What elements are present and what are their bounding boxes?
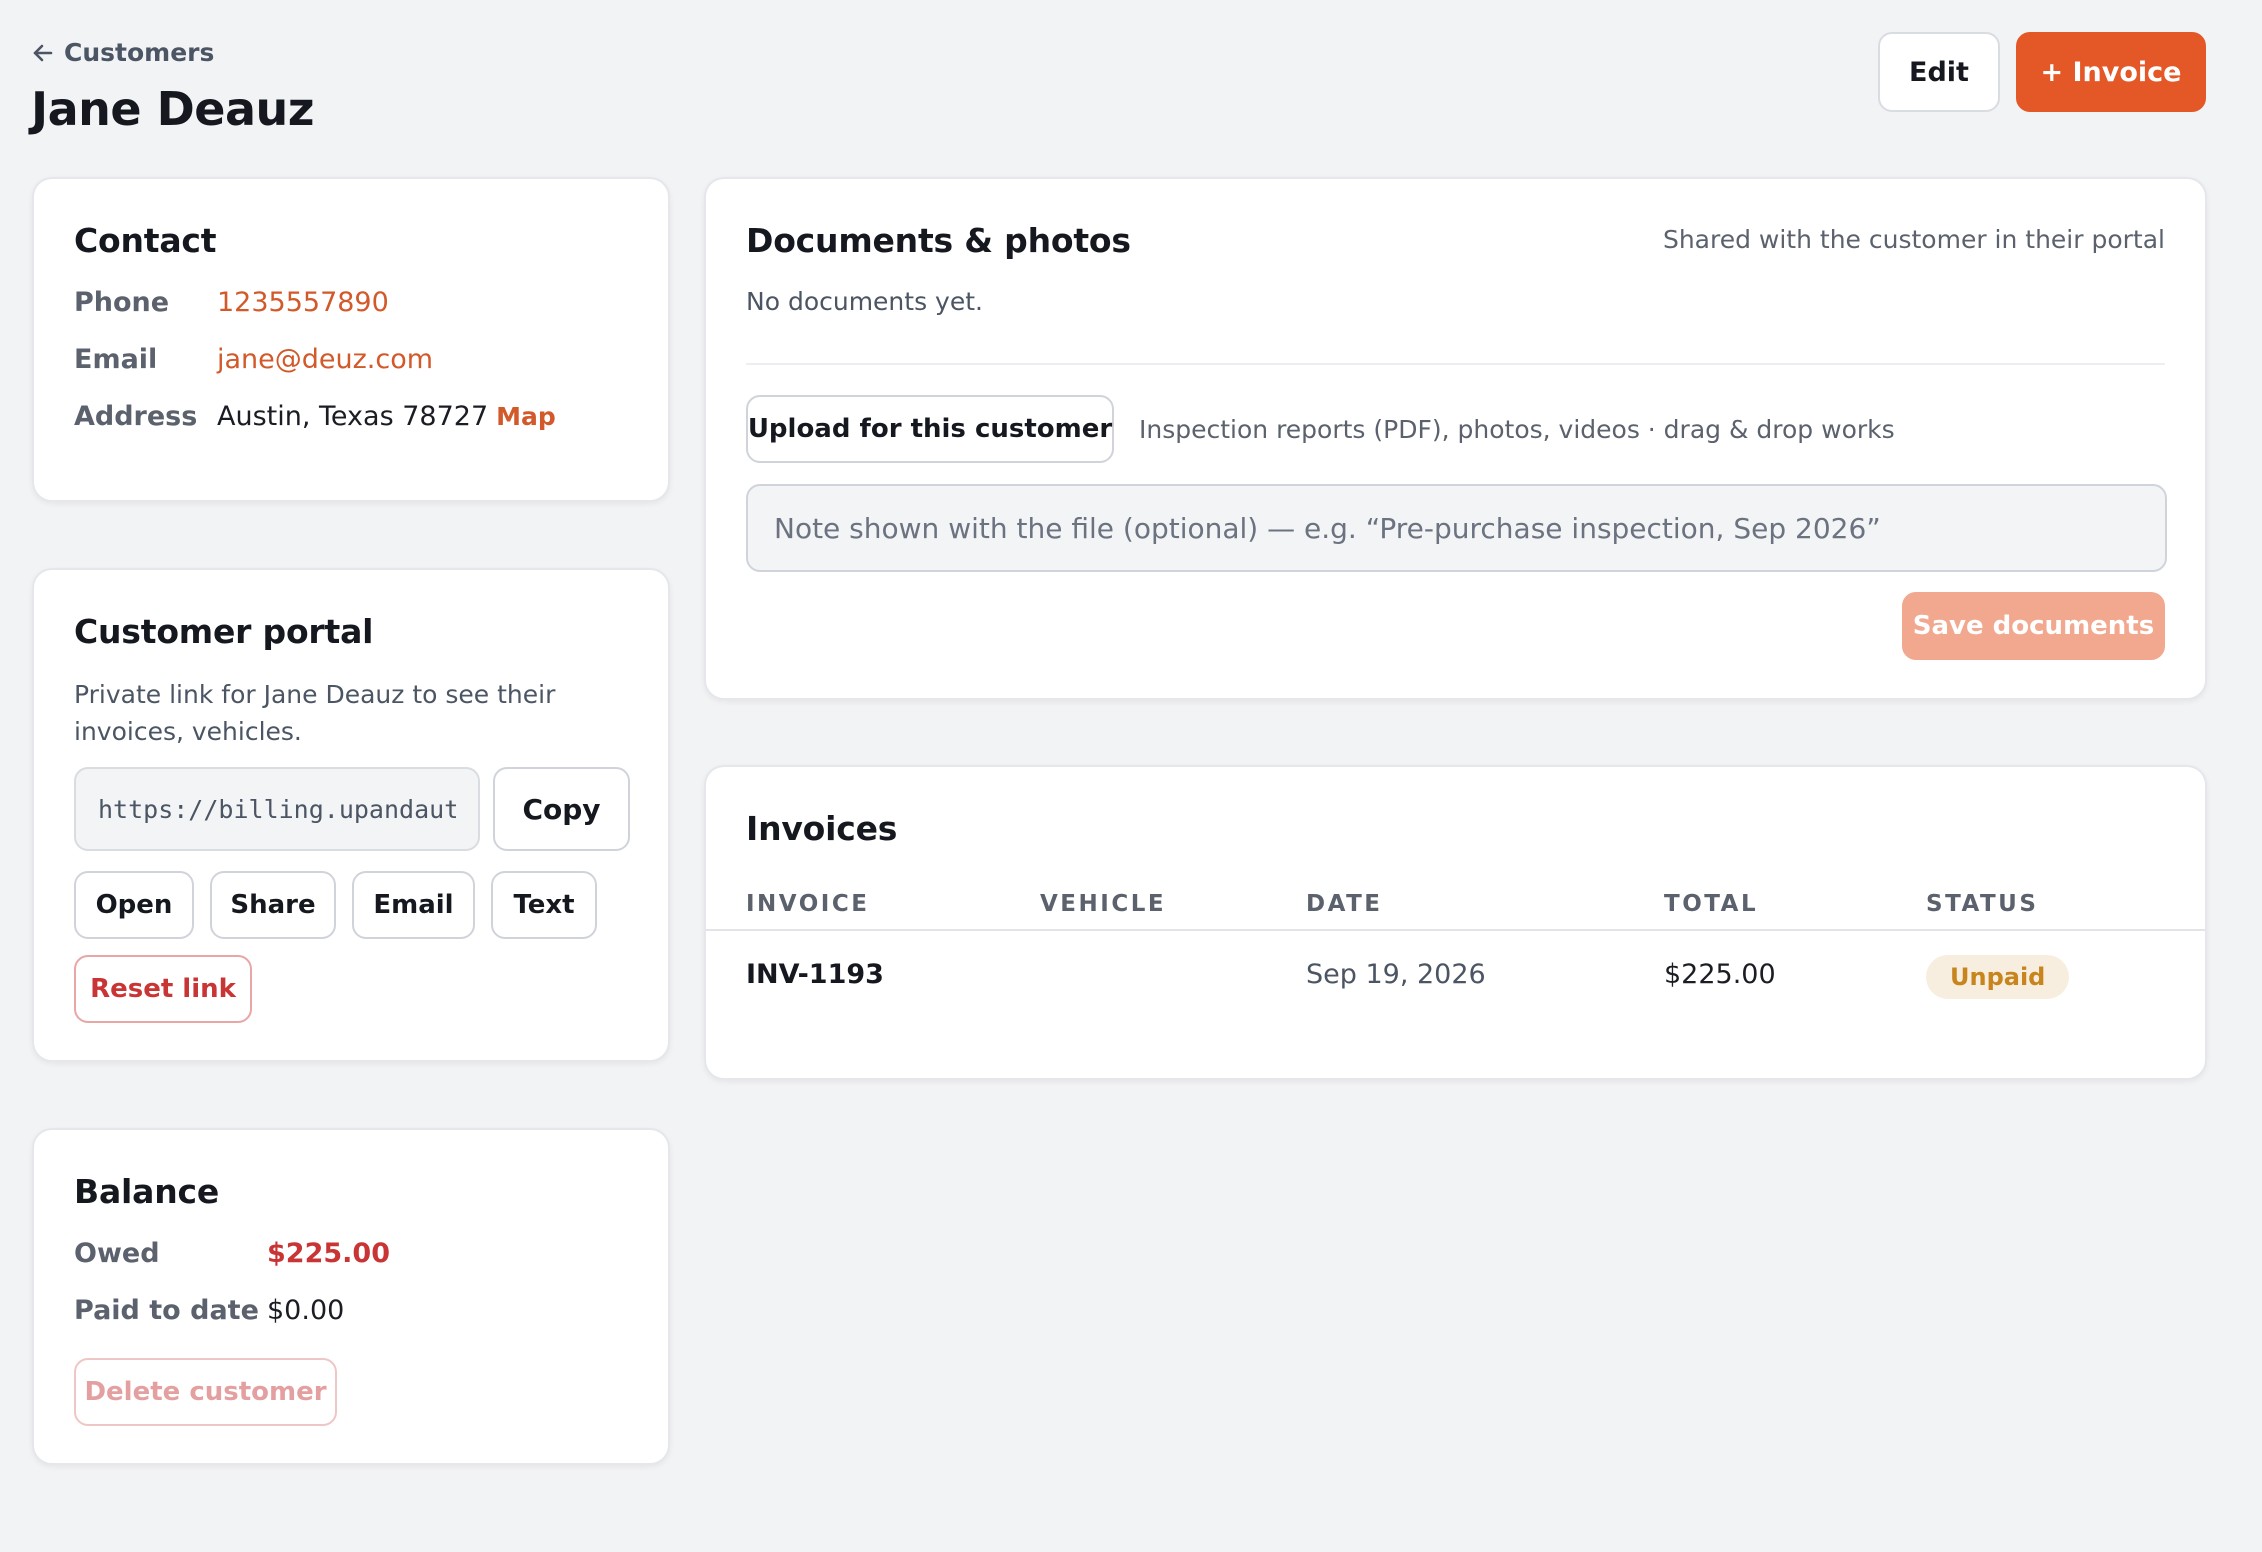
contact-title: Contact [74, 221, 217, 260]
status-badge: Unpaid [1926, 955, 2070, 999]
owed-value: $225.00 [267, 1238, 390, 1269]
customer-portal-card: Customer portal Private link for Jane De… [32, 568, 670, 1062]
address-row: Address Austin, Texas 78727 Map [74, 401, 556, 432]
phone-row: Phone 1235557890 [74, 287, 389, 318]
address-value: Austin, Texas 78727 [217, 401, 489, 432]
email-label: Email [74, 344, 158, 375]
phone-link[interactable]: 1235557890 [217, 287, 389, 318]
paid-row: Paid to date $0.00 [74, 1295, 344, 1326]
column-header-vehicle: VEHICLE [1040, 891, 1167, 917]
page-title: Jane Deauz [31, 82, 315, 136]
column-header-date: DATE [1306, 891, 1383, 917]
invoices-table: INVOICE VEHICLE DATE TOTAL STATUS INV-11… [706, 875, 2205, 1021]
upload-hint: Inspection reports (PDF), photos, videos… [1139, 415, 1895, 444]
table-header: INVOICE VEHICLE DATE TOTAL STATUS [706, 875, 2205, 931]
column-header-status: STATUS [1926, 891, 2039, 917]
email-button[interactable]: Email [352, 871, 475, 939]
portal-title: Customer portal [74, 612, 374, 651]
paid-label: Paid to date [74, 1295, 259, 1326]
documents-empty-text: No documents yet. [746, 287, 983, 316]
balance-title: Balance [74, 1172, 220, 1211]
text-button[interactable]: Text [491, 871, 597, 939]
address-label: Address [74, 401, 198, 432]
owed-row: Owed $225.00 [74, 1238, 390, 1269]
documents-shared-note: Shared with the customer in their portal [1662, 225, 2165, 254]
breadcrumb-label: Customers [64, 38, 215, 67]
header-actions: Edit + Invoice [1878, 32, 2206, 112]
edit-button[interactable]: Edit [1878, 32, 2000, 112]
file-note-input[interactable] [746, 484, 2167, 572]
reset-link-button[interactable]: Reset link [74, 955, 252, 1023]
map-link[interactable]: Map [496, 402, 556, 431]
email-row: Email jane@deuz.com [74, 344, 433, 375]
invoice-total: $225.00 [1664, 959, 1776, 990]
upload-button[interactable]: Upload for this customer [746, 395, 1114, 463]
portal-description: Private link for Jane Deauz to see their… [74, 680, 556, 746]
column-header-invoice: INVOICE [746, 891, 870, 917]
balance-card: Balance Owed $225.00 Paid to date $0.00 … [32, 1128, 670, 1465]
paid-value: $0.00 [267, 1295, 345, 1326]
documents-card: Documents & photos Shared with the custo… [704, 177, 2207, 700]
delete-customer-button[interactable]: Delete customer [74, 1358, 337, 1426]
copy-button[interactable]: Copy [493, 767, 630, 851]
table-row[interactable]: INV-1193 Sep 19, 2026 $225.00 Unpaid [706, 931, 2205, 1021]
breadcrumb[interactable]: Customers [32, 38, 214, 67]
new-invoice-button[interactable]: + Invoice [2016, 32, 2206, 112]
arrow-left-icon [32, 42, 54, 64]
owed-label: Owed [74, 1238, 160, 1269]
invoices-card: Invoices INVOICE VEHICLE DATE TOTAL STAT… [704, 765, 2207, 1080]
email-link[interactable]: jane@deuz.com [217, 344, 433, 375]
invoices-title: Invoices [746, 809, 898, 848]
portal-url-input[interactable] [74, 767, 480, 851]
phone-label: Phone [74, 287, 170, 318]
documents-divider [746, 363, 2165, 365]
open-button[interactable]: Open [74, 871, 194, 939]
invoice-date: Sep 19, 2026 [1306, 959, 1486, 990]
save-documents-button[interactable]: Save documents [1902, 592, 2165, 660]
documents-title: Documents & photos [746, 221, 1131, 260]
contact-card: Contact Phone 1235557890 Email jane@deuz… [32, 177, 670, 502]
column-header-total: TOTAL [1664, 891, 1759, 917]
share-button[interactable]: Share [210, 871, 336, 939]
invoice-number[interactable]: INV-1193 [746, 959, 884, 990]
